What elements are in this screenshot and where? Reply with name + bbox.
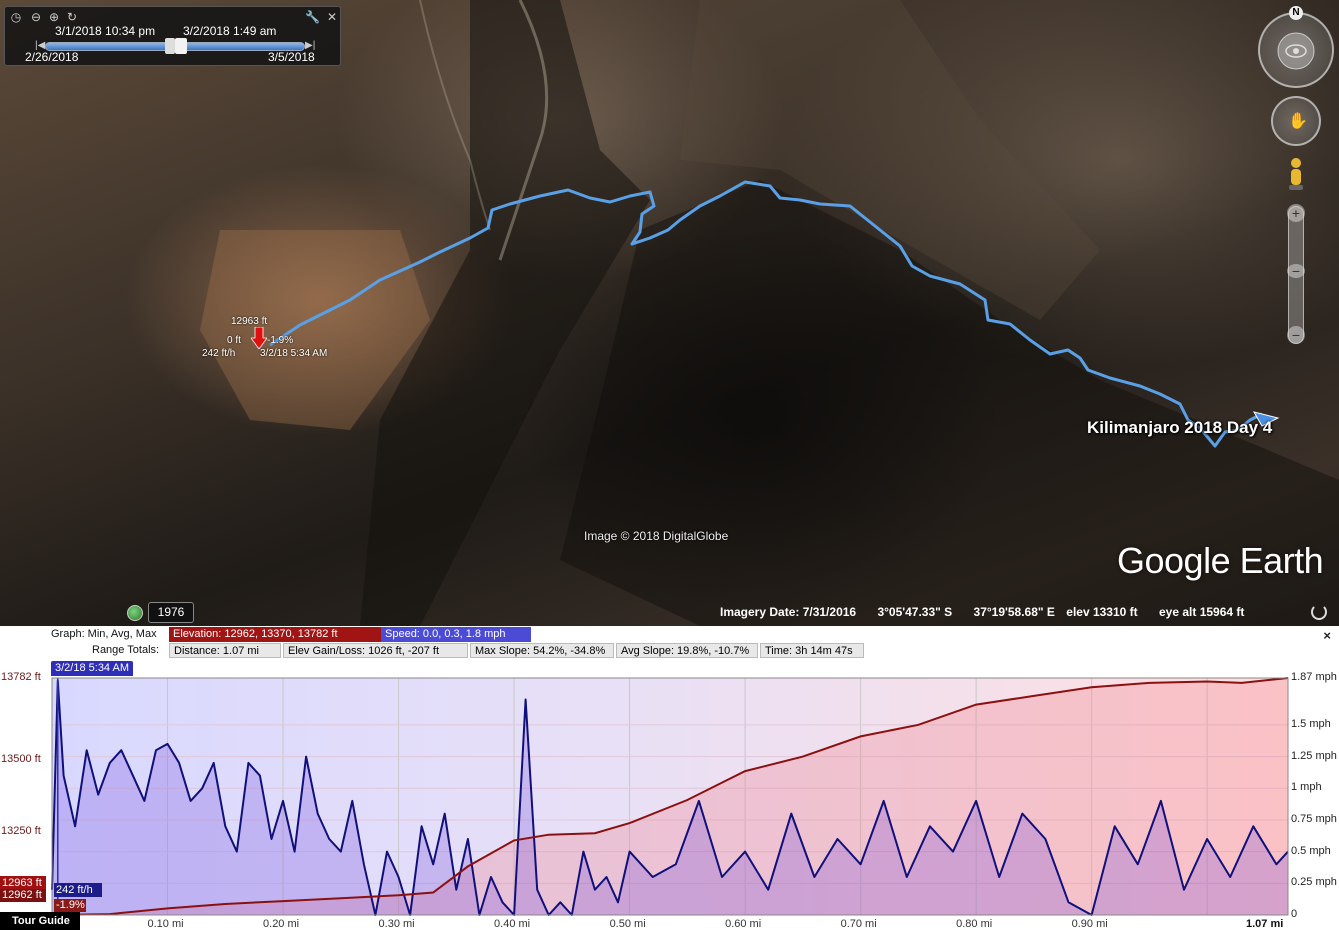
x-tick-label: 0.90 mi (1071, 918, 1108, 930)
eye-altitude: eye alt 15964 ft (1159, 605, 1245, 619)
x-tick-label: 0.70 mi (840, 918, 877, 930)
y-left-tick-label: 13782 ft (1, 671, 41, 683)
range-max-slope: Max Slope: 54.2%, -34.8% (470, 643, 614, 658)
historical-imagery-icon[interactable] (127, 605, 143, 621)
marker-slope: -1.9% (267, 335, 294, 346)
range-totals-label: Range Totals: (92, 644, 160, 656)
y-right-tick-label: 1 mph (1291, 781, 1322, 794)
cursor-elevation-min-flag: 12962 ft (0, 889, 46, 902)
compass-north[interactable]: N (1289, 6, 1303, 20)
y-right-tick-label: 0.75 mph (1291, 812, 1337, 825)
elevation: elev 13310 ft (1066, 605, 1138, 619)
speed-stats[interactable]: Speed: 0.0, 0.3, 1.8 mph (381, 627, 531, 642)
time-slider[interactable]: ◷ ⊖ ⊕ ↻ 🔧 ✕ 3/1/2018 10:34 pm 3/2/2018 1… (4, 6, 341, 66)
move-control[interactable]: ✋ (1271, 96, 1321, 146)
marker-elevation: 12963 ft (231, 316, 268, 327)
position-arrow-icon[interactable] (251, 327, 267, 349)
y-left-tick-label: 13250 ft (1, 824, 41, 837)
x-tick-label: 0.30 mi (378, 918, 415, 930)
zoom-in-icon[interactable]: ⊕ (47, 10, 61, 24)
close-graph-icon[interactable]: × (1323, 628, 1331, 643)
graph-header: Graph: Min, Avg, Max Elevation: 12962, 1… (0, 626, 1339, 658)
clock-icon[interactable]: ◷ (9, 10, 23, 24)
zoom-out-icon[interactable]: ⊖ (29, 10, 43, 24)
slider-start-time: 3/1/2018 10:34 pm (55, 24, 156, 38)
imagery-copyright: Image © 2018 DigitalGlobe (584, 529, 729, 543)
longitude: 37°19'58.68" E (973, 605, 1055, 619)
elevation-stats[interactable]: Elevation: 12962, 13370, 13782 ft (169, 627, 381, 642)
marker-time: 3/2/18 5:34 AM (260, 348, 328, 359)
zoom-thumb[interactable]: − (1287, 264, 1305, 278)
range-distance: Distance: 1.07 mi (169, 643, 281, 658)
tour-guide-button[interactable]: Tour Guide (0, 912, 80, 930)
y-right-tick-label: 0 (1291, 908, 1298, 920)
loading-icon (1311, 604, 1327, 620)
map-view[interactable]: 12963 ft 0 ft -1.9% 242 ft/h 3/2/18 5:34… (0, 0, 1339, 626)
eye-icon (1277, 32, 1315, 70)
y-right-tick-label: 0.5 mph (1291, 844, 1331, 857)
y-right-tick-label: 1.5 mph (1291, 717, 1331, 730)
y-left-tick-label: 13500 ft (1, 752, 41, 765)
slider-thumb-start[interactable] (165, 38, 175, 54)
x-tick-label: 0.60 mi (725, 918, 762, 930)
range-elev-gain-loss: Elev Gain/Loss: 1026 ft, -207 ft (283, 643, 468, 658)
y-right-tick-label: 1.25 mph (1291, 749, 1337, 762)
street-view-pegman-icon[interactable] (1289, 157, 1303, 191)
range-time: Time: 3h 14m 47s (760, 643, 864, 658)
elevation-chart[interactable] (0, 676, 1339, 930)
marker-speed: 242 ft/h (202, 348, 236, 359)
marker-distance: 0 ft (227, 335, 241, 346)
graph-label: Graph: Min, Avg, Max (51, 628, 157, 640)
cursor-speed-flag: 242 ft/h (54, 883, 102, 897)
y-right-tick-label: 1.87 mph (1291, 671, 1337, 683)
x-tick-label: 0.50 mi (609, 918, 646, 930)
cursor-time-label: 3/2/18 5:34 AM (51, 661, 133, 676)
look-control[interactable] (1258, 12, 1334, 88)
cursor-slope-flag: -1.9% (54, 899, 86, 912)
zoom-out-button[interactable]: − (1287, 326, 1305, 344)
track-title[interactable]: Kilimanjaro 2018 Day 4 (1087, 418, 1272, 438)
refresh-icon[interactable]: ↻ (65, 10, 79, 24)
cursor-elevation-flag: 12963 ft (0, 876, 46, 890)
historical-year-badge[interactable]: 1976 (148, 602, 194, 623)
slider-end-time: 3/2/2018 1:49 am (183, 24, 277, 38)
zoom-in-button[interactable]: + (1287, 204, 1305, 222)
imagery-date: Imagery Date: 7/31/2016 (720, 605, 857, 619)
range-start-date: 2/26/2018 (25, 50, 79, 64)
x-tick-label: 0.40 mi (494, 918, 531, 930)
hand-icon: ✋ (1288, 113, 1308, 130)
x-tick-label: 1.07 mi (1246, 918, 1284, 930)
latitude: 3°05'47.33" S (877, 605, 953, 619)
y-right-tick-label: 0.25 mph (1291, 876, 1337, 889)
range-end-date: 3/5/2018 (268, 50, 315, 64)
range-avg-slope: Avg Slope: 19.8%, -10.7% (616, 643, 758, 658)
status-bar: Imagery Date: 7/31/2016 3°05'47.33" S 37… (720, 605, 1262, 623)
x-tick-label: 0.80 mi (956, 918, 993, 930)
x-tick-label: 0.10 mi (147, 918, 184, 930)
close-icon[interactable]: ✕ (325, 10, 339, 24)
google-earth-logo: Google Earth (1117, 540, 1324, 581)
x-tick-label: 0.20 mi (263, 918, 300, 930)
wrench-icon[interactable]: 🔧 (305, 10, 320, 24)
slider-thumb-end[interactable] (175, 38, 187, 54)
